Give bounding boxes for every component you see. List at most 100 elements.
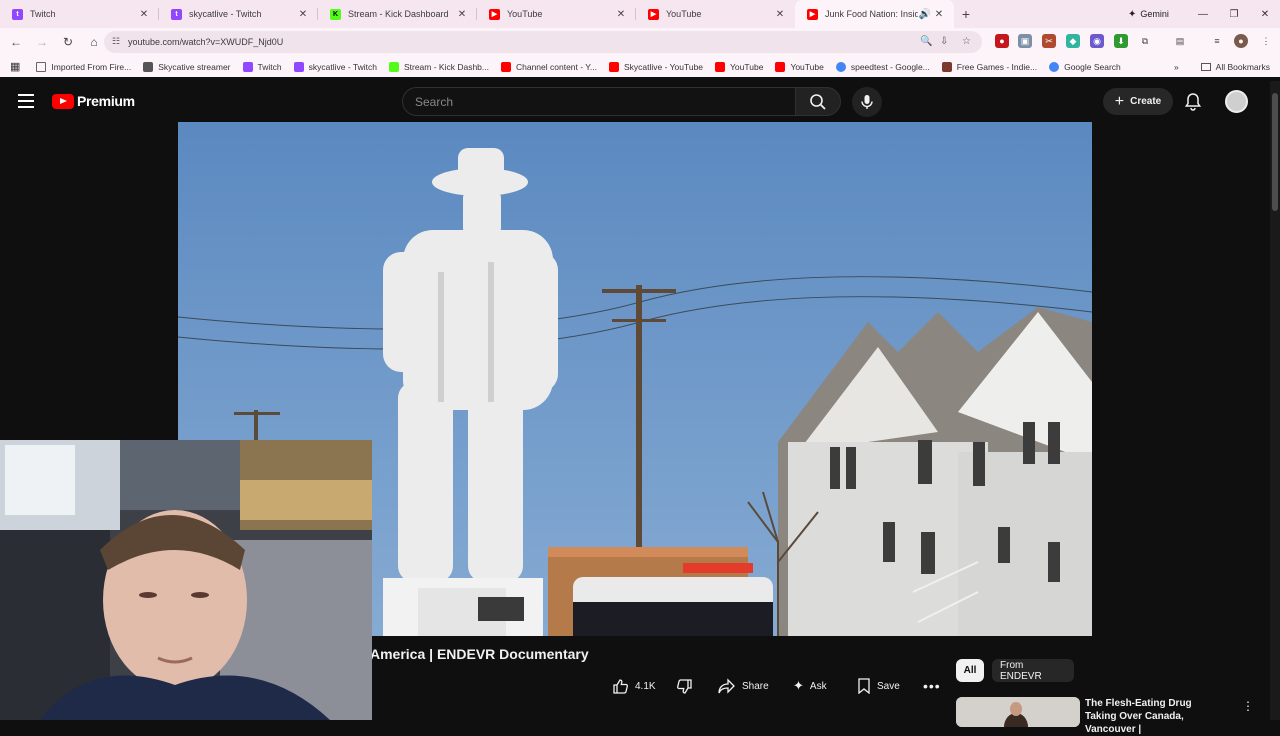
bookmark-item[interactable]: YouTube: [709, 56, 769, 77]
more-options-icon[interactable]: ⋮: [1242, 699, 1254, 713]
share-button[interactable]: Share: [718, 673, 769, 699]
extension-icon[interactable]: ◉: [1090, 34, 1104, 48]
dislike-button[interactable]: [676, 673, 693, 699]
bookmark-item[interactable]: Channel content - Y...: [495, 56, 603, 77]
bookmark-item[interactable]: skycatlive - Twitch: [288, 56, 383, 77]
youtube-play-icon: [52, 93, 74, 109]
webcam-overlay: [0, 440, 372, 720]
bookmark-star-icon[interactable]: ☆: [962, 36, 971, 47]
google-icon: [835, 61, 846, 72]
search-button[interactable]: [795, 87, 841, 116]
zoom-icon[interactable]: 🔍: [920, 36, 932, 47]
bookmarks-overflow-icon[interactable]: »: [1168, 56, 1185, 77]
extension-icon[interactable]: ✂: [1042, 34, 1056, 48]
all-bookmarks-button[interactable]: All Bookmarks: [1200, 56, 1270, 77]
recommended-video[interactable]: The Flesh-Eating Drug Taking Over Canada…: [956, 697, 1254, 735]
browser-tab[interactable]: t skycatlive - Twitch ✕: [159, 0, 318, 28]
video-title: America | ENDEVR Documentary: [370, 646, 589, 662]
bookmark-item[interactable]: YouTube: [769, 56, 829, 77]
forward-icon[interactable]: →: [30, 30, 54, 54]
close-tab-icon[interactable]: ✕: [932, 9, 946, 20]
profile-avatar[interactable]: ●: [1234, 34, 1248, 48]
bookmark-item[interactable]: Free Games - Indie...: [936, 56, 1043, 77]
folder-icon: [36, 61, 47, 72]
bookmark-label: Twitch: [257, 61, 282, 72]
back-icon[interactable]: ←: [4, 30, 28, 54]
media-controls-icon[interactable]: ≡: [1210, 34, 1224, 48]
close-tab-icon[interactable]: ✕: [137, 9, 151, 20]
speaker-icon[interactable]: 🔊: [918, 9, 932, 20]
folder-icon: [1200, 62, 1211, 71]
ask-button[interactable]: ✦ Ask: [793, 673, 827, 699]
search-input[interactable]: Search: [402, 87, 796, 116]
ublock-extension-icon[interactable]: ●: [995, 34, 1009, 48]
scrollbar-thumb[interactable]: [1272, 93, 1278, 211]
close-tab-icon[interactable]: ✕: [773, 9, 787, 20]
webcam-feed: [0, 440, 372, 720]
bookmark-label: skycatlive - Twitch: [308, 61, 377, 72]
bookmark-item[interactable]: Stream - Kick Dashb...: [383, 56, 495, 77]
microphone-icon: [861, 95, 873, 109]
side-panel-icon[interactable]: ▤: [1173, 34, 1187, 48]
gemini-label: Gemini: [1140, 9, 1169, 19]
youtube-premium-logo[interactable]: Premium: [52, 93, 135, 109]
bookmark-item[interactable]: Skycatlive - YouTube: [603, 56, 709, 77]
bookmark-label: Imported From Fire...: [51, 61, 132, 72]
install-icon[interactable]: ⇩: [940, 36, 948, 47]
bookmark-item[interactable]: speedtest - Google...: [830, 56, 936, 77]
bookmark-item[interactable]: Twitch: [237, 56, 288, 77]
save-button[interactable]: Save: [857, 673, 900, 699]
twitch-icon: [293, 61, 304, 72]
tab-title: Twitch: [30, 9, 56, 19]
page-scrollbar[interactable]: [1270, 81, 1280, 720]
youtube-icon: [500, 61, 511, 72]
download-icon[interactable]: ⬇: [1114, 34, 1128, 48]
browser-menu-icon[interactable]: ⋮: [1259, 34, 1273, 48]
bookmark-item[interactable]: Skycative streamer: [137, 56, 236, 77]
extension-icon[interactable]: ◆: [1066, 34, 1080, 48]
window-close-icon[interactable]: ✕: [1249, 0, 1280, 28]
tab-title: YouTube: [666, 9, 702, 19]
browser-tab[interactable]: ▶ YouTube ✕: [477, 0, 636, 28]
home-icon[interactable]: ⌂: [82, 30, 106, 54]
bookmark-label: Skycatlive - YouTube: [623, 61, 704, 72]
bookmark-item[interactable]: Google Search: [1043, 56, 1127, 77]
minimize-icon[interactable]: —: [1187, 0, 1219, 28]
browser-tab-active[interactable]: ▶ Junk Food Nation: Inside Th 🔊 ✕: [795, 0, 954, 28]
recommended-video-title[interactable]: The Flesh-Eating Drug Taking Over Canada…: [1085, 697, 1225, 736]
sparkle-icon: ✦: [793, 678, 804, 693]
bookmark-item[interactable]: Imported From Fire...: [30, 56, 137, 77]
address-bar[interactable]: ☷ youtube.com/watch?v=XWUDF_Njd0U 🔍 ⇩ ☆: [104, 31, 982, 53]
tab-title: Stream - Kick Dashboard: [348, 9, 449, 19]
browser-tab[interactable]: ▶ YouTube ✕: [636, 0, 795, 28]
reload-icon[interactable]: ↻: [56, 30, 80, 54]
chip-from-endevr[interactable]: From ENDEVR: [992, 659, 1074, 682]
notifications-bell-icon[interactable]: [1184, 92, 1202, 111]
close-tab-icon[interactable]: ✕: [455, 9, 469, 20]
share-label: Share: [742, 680, 769, 692]
extension-icon[interactable]: ▣: [1018, 34, 1032, 48]
close-tab-icon[interactable]: ✕: [296, 9, 310, 20]
new-tab-button[interactable]: +: [954, 6, 978, 22]
video-thumbnail[interactable]: [956, 697, 1080, 727]
browser-tab[interactable]: K Stream - Kick Dashboard ✕: [318, 0, 477, 28]
bookmark-label: Google Search: [1064, 61, 1121, 72]
plus-icon: +: [1114, 92, 1125, 110]
apps-grid-icon[interactable]: ▦: [0, 56, 30, 77]
account-avatar[interactable]: [1225, 90, 1248, 113]
close-tab-icon[interactable]: ✕: [614, 9, 628, 20]
menu-icon[interactable]: [18, 94, 34, 108]
browser-tab[interactable]: t Twitch ✕: [0, 0, 159, 28]
gemini-button[interactable]: ✦ Gemini: [1120, 5, 1177, 23]
voice-search-button[interactable]: [852, 87, 882, 117]
puzzle-icon[interactable]: ⧉: [1138, 34, 1152, 48]
chip-all[interactable]: All: [956, 659, 984, 682]
logo-text: Premium: [77, 93, 135, 109]
bookmark-save-icon: [858, 678, 870, 694]
create-label: Create: [1130, 96, 1162, 107]
more-actions-icon[interactable]: •••: [923, 673, 941, 699]
create-button[interactable]: + Create: [1103, 88, 1173, 115]
site-info-icon[interactable]: ☷: [112, 36, 120, 47]
like-button[interactable]: 4.1K: [612, 673, 656, 699]
restore-icon[interactable]: ❐: [1218, 0, 1250, 28]
